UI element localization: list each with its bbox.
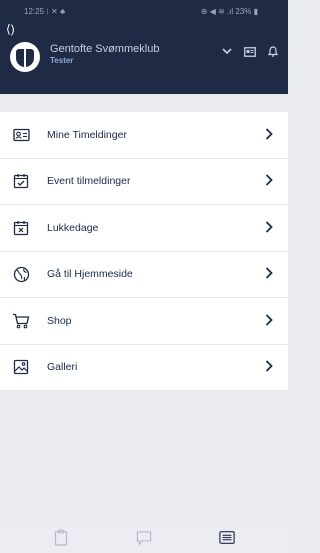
image-icon (12, 358, 30, 376)
nav-clipboard-icon[interactable] (53, 529, 69, 546)
app-header: Gentofte Svømmeklub Tester (0, 22, 288, 94)
bottom-nav (0, 522, 288, 553)
club-logo[interactable] (10, 42, 40, 72)
menu-item-label: Galleri (47, 361, 78, 374)
calendar-check-icon (12, 172, 30, 190)
chevron-right-icon (262, 311, 276, 331)
chevron-right-icon (262, 171, 276, 191)
globe-icon (12, 265, 30, 283)
chevron-right-icon (262, 264, 276, 284)
club-info[interactable]: Gentofte Svømmeklub Tester (50, 42, 222, 66)
status-left: 12:25 ⁝ ✕ ♣ (24, 7, 65, 16)
chevron-right-icon (262, 218, 276, 238)
menu-item-lukkedage[interactable]: Lukkedage (0, 205, 288, 252)
id-card-icon (12, 126, 30, 144)
cart-icon (12, 312, 30, 330)
member-card-icon[interactable] (244, 46, 256, 60)
nav-list-icon[interactable] (218, 530, 235, 546)
header-icons (222, 46, 279, 60)
main-menu: Mine Timeldinger Event tilmeldinger Lukk… (0, 112, 288, 391)
chevron-down-icon[interactable] (222, 48, 232, 58)
club-subtitle: Tester (50, 56, 74, 65)
status-right-icons: ⊕ ◀ ≋ .ıl 23% ▮ (200, 6, 258, 16)
status-time: 12:25 (24, 6, 45, 16)
back-indicator[interactable]: ⟨) (6, 22, 15, 36)
menu-item-hjemmeside[interactable]: Gå til Hjemmeside (0, 252, 288, 298)
menu-item-label: Shop (47, 314, 72, 327)
chevron-right-icon (262, 357, 276, 377)
menu-item-galleri[interactable]: Galleri (0, 345, 288, 391)
menu-item-event-tilmeldinger[interactable]: Event tilmeldinger (0, 159, 288, 205)
chevron-right-icon (262, 125, 276, 145)
menu-item-label: Gå til Hjemmeside (47, 268, 133, 281)
status-bar: 12:25 ⁝ ✕ ♣ ⊕ ◀ ≋ .ıl 23% ▮ (0, 0, 288, 22)
bell-icon[interactable] (267, 46, 279, 60)
status-left-icons: ⁝ ✕ ♣ (46, 6, 66, 16)
menu-item-label: Event tilmeldinger (47, 175, 131, 188)
club-name: Gentofte Svømmeklub (50, 43, 160, 55)
menu-item-label: Mine Timeldinger (47, 128, 127, 141)
menu-item-shop[interactable]: Shop (0, 298, 288, 345)
menu-item-label: Lukkedage (47, 221, 99, 234)
calendar-x-icon (12, 219, 30, 237)
nav-chat-icon[interactable] (136, 530, 152, 546)
menu-item-mine-timeldinger[interactable]: Mine Timeldinger (0, 112, 288, 159)
